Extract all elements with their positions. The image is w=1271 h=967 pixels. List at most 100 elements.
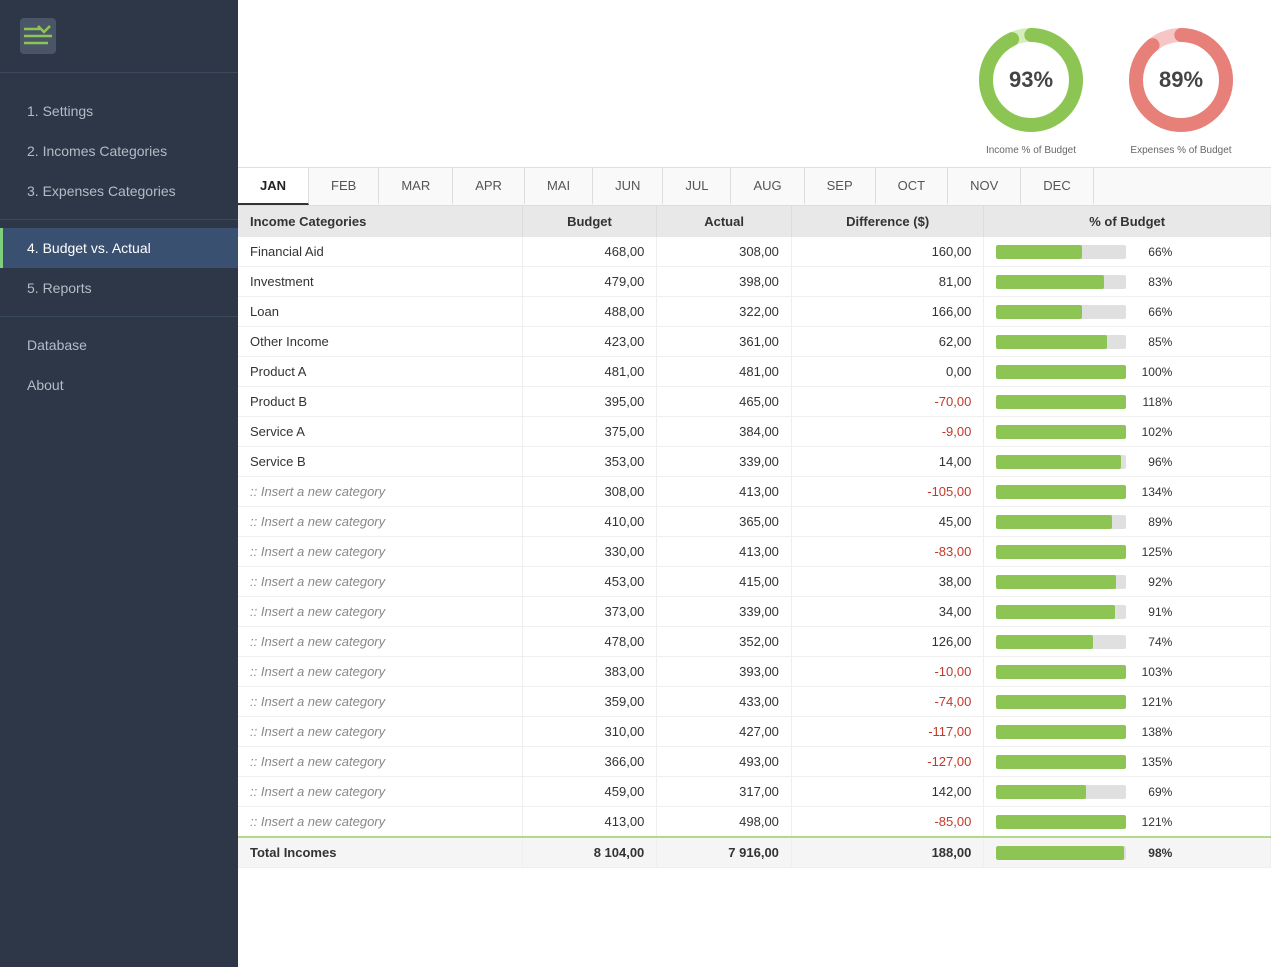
table-row: :: Insert a new category366,00493,00-127…	[238, 747, 1271, 777]
bar-cell: 85%	[996, 335, 1258, 349]
bar-fill	[996, 605, 1114, 619]
month-tab-aug[interactable]: AUG	[731, 168, 804, 205]
bar-bg	[996, 575, 1126, 589]
bar-pct: 102%	[1134, 425, 1172, 439]
cell-pct-bar: 66%	[984, 297, 1271, 327]
cell-category: :: Insert a new category	[238, 597, 522, 627]
sidebar-item-about[interactable]: About	[0, 365, 238, 405]
month-tab-oct[interactable]: OCT	[876, 168, 948, 205]
cell-category: :: Insert a new category	[238, 687, 522, 717]
col-header-budget: Budget	[522, 206, 657, 237]
sidebar-item-budget-vs-actual[interactable]: 4. Budget vs. Actual	[0, 228, 238, 268]
bar-pct: 121%	[1134, 815, 1172, 829]
bar-fill	[996, 635, 1092, 649]
budget-table: Income CategoriesBudgetActualDifference …	[238, 206, 1271, 868]
cell-actual: 361,00	[657, 327, 792, 357]
cell-pct-bar: 135%	[984, 747, 1271, 777]
cell-category: Other Income	[238, 327, 522, 357]
bar-fill	[996, 335, 1107, 349]
month-tab-jan[interactable]: JAN	[238, 168, 309, 205]
bar-cell: 121%	[996, 815, 1258, 829]
cell-difference: -127,00	[791, 747, 983, 777]
month-tab-sep[interactable]: SEP	[805, 168, 876, 205]
month-tab-feb[interactable]: FEB	[309, 168, 379, 205]
cell-actual: 322,00	[657, 297, 792, 327]
bar-pct: 66%	[1134, 305, 1172, 319]
bar-bg	[996, 425, 1126, 439]
cell-budget: 468,00	[522, 237, 657, 267]
cell-category: Service A	[238, 417, 522, 447]
total-budget: 8 104,00	[522, 837, 657, 868]
income-chart-container: 93%	[971, 20, 1091, 140]
bar-bg	[996, 605, 1126, 619]
bar-pct: 125%	[1134, 545, 1172, 559]
bar-bg	[996, 485, 1126, 499]
table-row: :: Insert a new category308,00413,00-105…	[238, 477, 1271, 507]
cell-actual: 339,00	[657, 597, 792, 627]
cell-budget: 359,00	[522, 687, 657, 717]
month-tab-nov[interactable]: NOV	[948, 168, 1021, 205]
bar-pct: 121%	[1134, 695, 1172, 709]
cell-actual: 398,00	[657, 267, 792, 297]
cell-difference: 45,00	[791, 507, 983, 537]
cell-difference: 160,00	[791, 237, 983, 267]
sidebar-item-database[interactable]: Database	[0, 325, 238, 365]
table-row: Other Income423,00361,0062,00 85%	[238, 327, 1271, 357]
bar-pct: 135%	[1134, 755, 1172, 769]
income-chart-pct: 93%	[1009, 67, 1053, 93]
cell-category: Investment	[238, 267, 522, 297]
bar-fill	[996, 305, 1082, 319]
table-row: :: Insert a new category330,00413,00-83,…	[238, 537, 1271, 567]
sidebar-item-settings[interactable]: 1. Settings	[0, 91, 238, 131]
bar-cell: 100%	[996, 365, 1258, 379]
month-tab-jul[interactable]: JUL	[663, 168, 731, 205]
cell-category: :: Insert a new category	[238, 717, 522, 747]
month-tabs: JANFEBMARAPRMAIJUNJULAUGSEPOCTNOVDEC	[238, 168, 1271, 206]
nav-divider-2	[0, 316, 238, 317]
logo-area	[0, 0, 238, 73]
table-row: :: Insert a new category373,00339,0034,0…	[238, 597, 1271, 627]
total-diff: 188,00	[791, 837, 983, 868]
cell-difference: -9,00	[791, 417, 983, 447]
sidebar-item-incomes-categories[interactable]: 2. Incomes Categories	[0, 131, 238, 171]
bar-pct: 74%	[1134, 635, 1172, 649]
page-header: 93% Income % of Budget 89% Expenses % of…	[238, 0, 1271, 168]
month-tab-mar[interactable]: MAR	[379, 168, 453, 205]
sidebar-item-reports[interactable]: 5. Reports	[0, 268, 238, 308]
table-row: :: Insert a new category459,00317,00142,…	[238, 777, 1271, 807]
month-tab-mai[interactable]: MAI	[525, 168, 593, 205]
cell-actual: 498,00	[657, 807, 792, 838]
bar-cell: 92%	[996, 575, 1258, 589]
bar-pct: 69%	[1134, 785, 1172, 799]
cell-difference: -74,00	[791, 687, 983, 717]
bar-bg	[996, 815, 1126, 829]
header-row: Income CategoriesBudgetActualDifference …	[238, 206, 1271, 237]
total-pct-bar: 98%	[984, 837, 1271, 868]
cell-pct-bar: 134%	[984, 477, 1271, 507]
cell-category: :: Insert a new category	[238, 747, 522, 777]
cell-category: Product B	[238, 387, 522, 417]
bar-fill	[996, 575, 1116, 589]
sidebar-item-expenses-categories[interactable]: 3. Expenses Categories	[0, 171, 238, 211]
bar-bg	[996, 785, 1126, 799]
cell-actual: 339,00	[657, 447, 792, 477]
total-category: Total Incomes	[238, 837, 522, 868]
cell-budget: 330,00	[522, 537, 657, 567]
cell-actual: 433,00	[657, 687, 792, 717]
month-tab-dec[interactable]: DEC	[1021, 168, 1093, 205]
bar-bg	[996, 635, 1126, 649]
bar-bg	[996, 305, 1126, 319]
cell-pct-bar: 102%	[984, 417, 1271, 447]
cell-actual: 384,00	[657, 417, 792, 447]
bar-bg	[996, 275, 1126, 289]
cell-budget: 410,00	[522, 507, 657, 537]
income-chart-label: 93%	[1009, 67, 1053, 93]
bar-cell: 118%	[996, 395, 1258, 409]
month-tab-jun[interactable]: JUN	[593, 168, 663, 205]
month-tab-apr[interactable]: APR	[453, 168, 525, 205]
bar-bg	[996, 695, 1126, 709]
cell-difference: 14,00	[791, 447, 983, 477]
bar-bg	[996, 755, 1126, 769]
cell-pct-bar: 138%	[984, 717, 1271, 747]
cell-category: Loan	[238, 297, 522, 327]
